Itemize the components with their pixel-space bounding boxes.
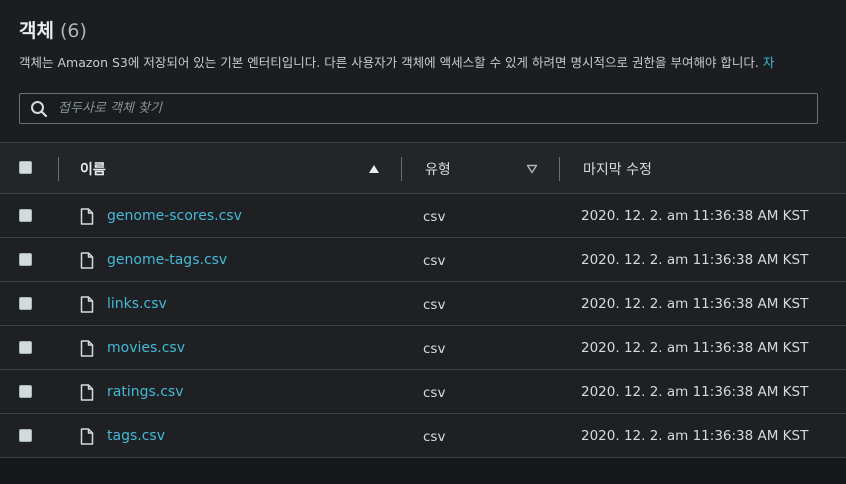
search-box[interactable] xyxy=(19,93,818,124)
column-separator[interactable] xyxy=(401,157,402,181)
object-last-modified: 2020. 12. 2. am 11:36:38 AM KST xyxy=(581,384,809,400)
column-header-name[interactable]: 이름 xyxy=(80,159,106,179)
table-row: genome-tags.csv csv 2020. 12. 2. am 11:3… xyxy=(0,238,846,282)
file-icon xyxy=(80,340,94,357)
description-text: 객체는 Amazon S3에 저장되어 있는 기본 엔터티입니다. 다른 사용자… xyxy=(19,55,759,70)
row-checkbox[interactable] xyxy=(19,209,32,222)
objects-header: 객체 (6) 객체는 Amazon S3에 저장되어 있는 기본 엔터티입니다. … xyxy=(0,0,846,142)
object-last-modified: 2020. 12. 2. am 11:36:38 AM KST xyxy=(581,340,809,356)
object-count: (6) xyxy=(59,20,87,42)
description-link[interactable]: 자 xyxy=(763,55,775,70)
object-name-link[interactable]: ratings.csv xyxy=(107,384,184,400)
object-last-modified: 2020. 12. 2. am 11:36:38 AM KST xyxy=(581,252,809,268)
object-type: csv xyxy=(423,297,446,313)
objects-table-body: genome-scores.csv csv 2020. 12. 2. am 11… xyxy=(0,194,846,458)
table-row: tags.csv csv 2020. 12. 2. am 11:36:38 AM… xyxy=(0,414,846,458)
file-icon xyxy=(80,384,94,401)
object-type: csv xyxy=(423,253,446,269)
table-row: genome-scores.csv csv 2020. 12. 2. am 11… xyxy=(0,194,846,238)
file-icon xyxy=(80,296,94,313)
title-text: 객체 xyxy=(19,20,54,42)
search-input[interactable] xyxy=(58,94,808,123)
object-name-link[interactable]: genome-scores.csv xyxy=(107,208,242,224)
column-header-last-modified[interactable]: 마지막 수정 xyxy=(583,159,652,179)
table-header-row: 이름 유형 마지막 수정 xyxy=(0,142,846,194)
object-last-modified: 2020. 12. 2. am 11:36:38 AM KST xyxy=(581,208,809,224)
object-name-link[interactable]: movies.csv xyxy=(107,340,185,356)
file-icon xyxy=(80,208,94,225)
object-type: csv xyxy=(423,429,446,445)
column-separator[interactable] xyxy=(559,157,560,181)
object-type: csv xyxy=(423,209,446,225)
page-title: 객체 (6) xyxy=(19,16,87,43)
object-last-modified: 2020. 12. 2. am 11:36:38 AM KST xyxy=(581,428,809,444)
object-type: csv xyxy=(423,341,446,357)
panel-footer-area xyxy=(0,458,846,484)
object-name-link[interactable]: genome-tags.csv xyxy=(107,252,227,268)
object-type: csv xyxy=(423,385,446,401)
object-name-link[interactable]: links.csv xyxy=(107,296,167,312)
sort-descending-icon[interactable] xyxy=(526,164,538,174)
objects-description: 객체는 Amazon S3에 저장되어 있는 기본 엔터티입니다. 다른 사용자… xyxy=(19,52,774,71)
search-icon xyxy=(31,101,48,118)
object-last-modified: 2020. 12. 2. am 11:36:38 AM KST xyxy=(581,296,809,312)
column-separator xyxy=(58,157,59,181)
table-row: links.csv csv 2020. 12. 2. am 11:36:38 A… xyxy=(0,282,846,326)
file-icon xyxy=(80,428,94,445)
row-checkbox[interactable] xyxy=(19,341,32,354)
table-row: ratings.csv csv 2020. 12. 2. am 11:36:38… xyxy=(0,370,846,414)
file-icon xyxy=(80,252,94,269)
row-checkbox[interactable] xyxy=(19,297,32,310)
row-checkbox[interactable] xyxy=(19,253,32,266)
row-checkbox[interactable] xyxy=(19,429,32,442)
row-checkbox[interactable] xyxy=(19,385,32,398)
select-all-checkbox[interactable] xyxy=(19,161,32,174)
objects-panel: 객체 (6) 객체는 Amazon S3에 저장되어 있는 기본 엔터티입니다. … xyxy=(0,0,846,484)
column-header-type[interactable]: 유형 xyxy=(425,159,451,179)
table-row: movies.csv csv 2020. 12. 2. am 11:36:38 … xyxy=(0,326,846,370)
object-name-link[interactable]: tags.csv xyxy=(107,428,165,444)
sort-ascending-icon[interactable] xyxy=(368,164,380,174)
